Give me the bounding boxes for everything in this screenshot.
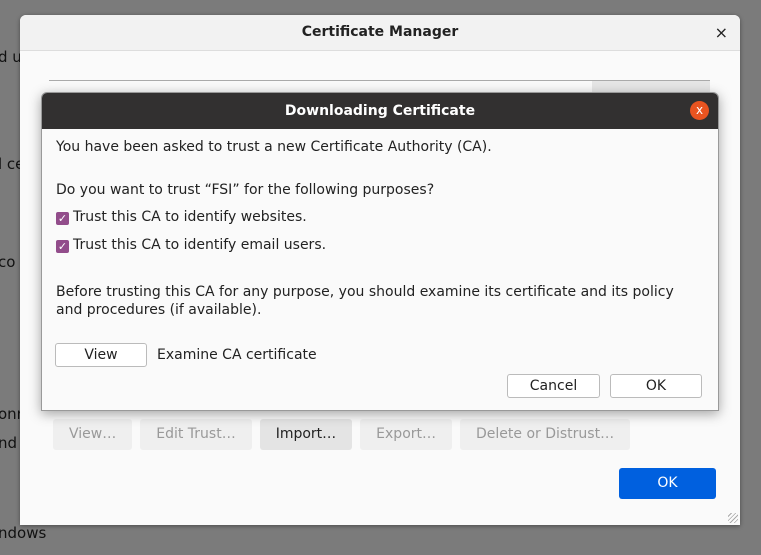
checkmark-icon[interactable]: ✓ bbox=[56, 212, 69, 225]
advice-text: Before trusting this CA for any purpose,… bbox=[56, 284, 674, 318]
export-button[interactable]: Export… bbox=[360, 419, 452, 450]
import-button[interactable]: Import… bbox=[259, 419, 353, 450]
background-text: d u bbox=[0, 48, 22, 66]
intro-text: You have been asked to trust a new Certi… bbox=[56, 139, 492, 155]
checkmark-icon[interactable]: ✓ bbox=[56, 240, 69, 253]
downloading-certificate-dialog: Downloading Certificate x You have been … bbox=[41, 92, 719, 411]
background-text: ndows bbox=[0, 524, 47, 542]
cancel-button[interactable]: Cancel bbox=[507, 374, 600, 398]
close-icon[interactable]: x bbox=[690, 101, 709, 120]
background-text: nd bbox=[0, 434, 18, 452]
delete-or-distrust-button[interactable]: Delete or Distrust… bbox=[460, 419, 631, 450]
edit-trust-button[interactable]: Edit Trust… bbox=[140, 419, 252, 450]
resize-grip[interactable] bbox=[728, 513, 738, 523]
ok-button[interactable]: OK bbox=[610, 374, 702, 398]
window-title: Certificate Manager bbox=[301, 24, 459, 40]
ok-button[interactable]: OK bbox=[619, 468, 716, 499]
dialog-title: Downloading Certificate bbox=[284, 103, 476, 119]
close-icon[interactable]: × bbox=[715, 15, 728, 50]
question-text: Do you want to trust “FSI” for the follo… bbox=[56, 182, 435, 198]
manager-button-row: View… Edit Trust… Import… Export… Delete… bbox=[53, 419, 631, 450]
title-bar: Certificate Manager × bbox=[20, 15, 740, 51]
checkbox-websites[interactable]: ✓ Trust this CA to identify websites. bbox=[56, 209, 307, 225]
view-certificate-button[interactable]: View bbox=[55, 343, 147, 367]
checkbox-label: Trust this CA to identify websites. bbox=[73, 209, 307, 225]
view-button[interactable]: View… bbox=[53, 419, 133, 450]
background-text: co bbox=[0, 253, 16, 271]
checkbox-email[interactable]: ✓ Trust this CA to identify email users. bbox=[56, 237, 326, 253]
view-description: Examine CA certificate bbox=[157, 347, 317, 363]
dialog-title-bar: Downloading Certificate x bbox=[42, 93, 718, 129]
checkbox-label: Trust this CA to identify email users. bbox=[73, 237, 327, 253]
